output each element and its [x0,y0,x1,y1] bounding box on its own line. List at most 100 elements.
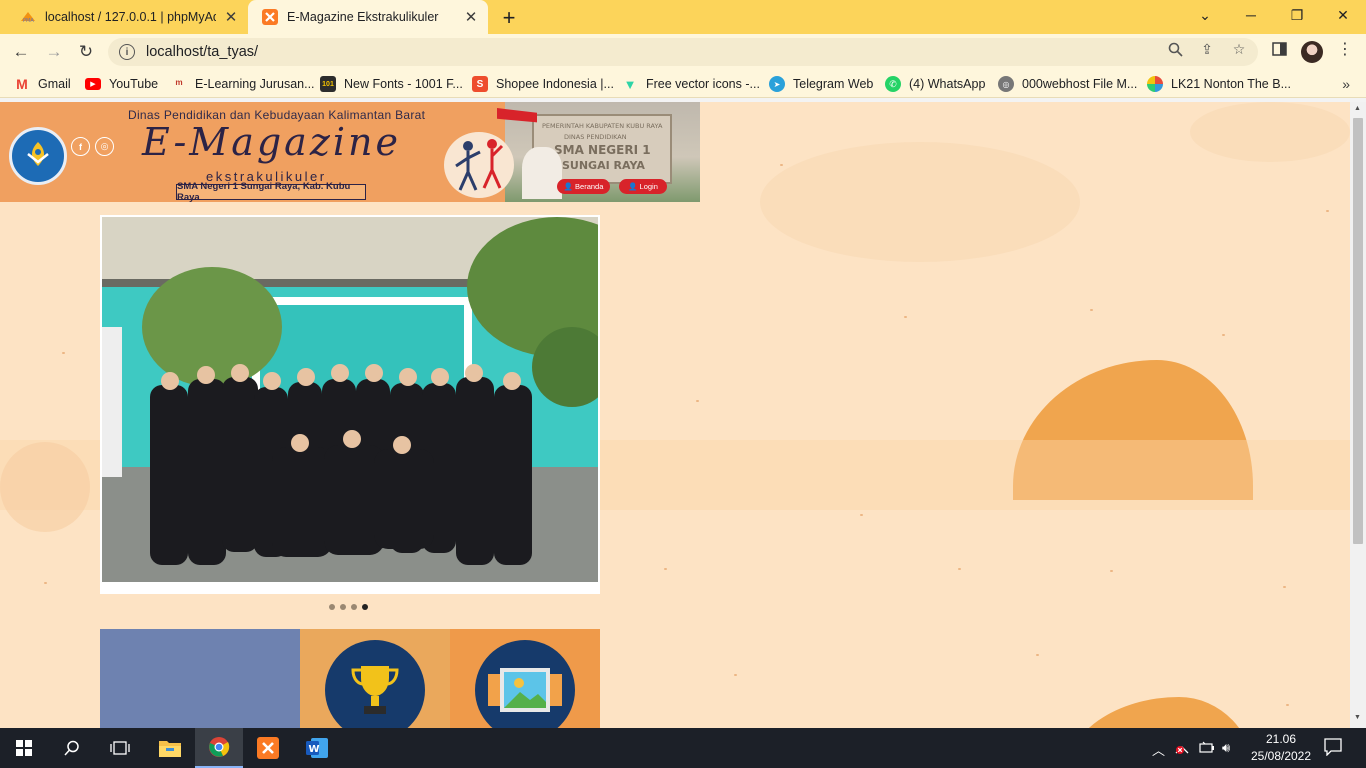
word-icon[interactable]: W [293,728,341,768]
volume-icon[interactable]: 🔊︎ [1222,740,1230,756]
background-blob [1190,102,1350,162]
bookmark-flaticon[interactable]: ▼ Free vector icons -... [622,75,760,93]
carousel-indicators [329,604,368,610]
bookmark-gmail[interactable]: M Gmail [14,75,71,93]
bookmark-youtube[interactable]: ▶ YouTube [85,75,158,93]
notification-center-icon[interactable] [1324,738,1342,759]
header-banner: f ◎ Dinas Pendidikan dan Kebudayaan Kali… [0,102,700,202]
task-view-icon[interactable] [96,728,144,768]
login-button-label: Login [639,182,658,191]
bookmark-000webhost[interactable]: ◎ 000webhost File M... [998,75,1137,93]
sign-line: PEMERINTAH KABUPATEN KUBU RAYA [542,122,663,130]
bookmark-lk21[interactable]: LK21 Nonton The B... [1147,75,1291,93]
login-button[interactable]: 👤 Login [619,179,667,194]
url-text[interactable]: localhost/ta_tyas/ [146,44,258,60]
zoom-icon[interactable] [1166,40,1184,58]
feature-tile-gallery[interactable] [450,629,600,728]
site-info-icon[interactable]: i [119,44,135,60]
carousel-photo [102,217,598,582]
bookmark-fonts[interactable]: 101 New Fonts - 1001 F... [320,75,463,93]
side-panel-icon[interactable] [1270,40,1288,58]
tab-search-icon[interactable]: ⌄ [1182,0,1228,30]
bookmark-label: New Fonts - 1001 F... [344,77,463,91]
xampp-icon [262,9,278,25]
gallery-icon [475,640,575,728]
reload-icon[interactable]: ↻ [73,39,99,65]
bookmark-shopee[interactable]: S Shopee Indonesia |... [472,75,614,93]
bookmark-elearning[interactable]: ᵐ E-Learning Jurusan... [171,75,315,93]
menu-icon[interactable]: ⋮ [1336,40,1354,58]
windows-taskbar: W ︿ 🔊︎ 21.06 25/08/2022 [0,728,1366,768]
background-wave [1065,697,1255,728]
background-blob [0,442,90,532]
bookmark-label: LK21 Nonton The B... [1171,77,1291,91]
bookmarks-bar: M Gmail ▶ YouTube ᵐ E-Learning Jurusan..… [0,70,1366,98]
carousel-dot[interactable] [340,604,346,610]
new-tab-button[interactable]: + [497,5,521,30]
home-button[interactable]: 👤 Beranda [557,179,610,194]
bookmark-whatsapp[interactable]: ✆ (4) WhatsApp [885,75,985,93]
network-status-icon[interactable] [1174,741,1190,758]
bookmark-label: (4) WhatsApp [909,77,986,91]
chrome-icon[interactable] [195,728,243,768]
site-title: E-Magazine [142,120,401,164]
feature-tile-achievements[interactable] [300,629,450,728]
scroll-up-icon[interactable]: ▲ [1354,105,1361,112]
school-name: SMA Negeri 1 Sungai Raya, Kab. Kubu Raya [176,181,366,202]
image-carousel[interactable] [100,215,600,594]
feature-tile[interactable] [100,629,300,728]
close-icon[interactable]: ✕ [222,8,240,26]
share-icon[interactable]: ⇪ [1198,40,1216,58]
tab-phpmyadmin[interactable]: PMA localhost / 127.0.0.1 | phpMyAdm ✕ [6,0,248,34]
sign-line: SMA NEGERI 1 [554,143,651,157]
phpmyadmin-icon: PMA [20,9,36,25]
scrollbar-thumb[interactable] [1353,118,1363,544]
tab-title: localhost / 127.0.0.1 | phpMyAdm [45,10,216,24]
carousel-dot[interactable] [351,604,357,610]
bookmark-label: Gmail [38,77,71,91]
bookmark-label: 000webhost File M... [1022,77,1138,91]
tab-strip: PMA localhost / 127.0.0.1 | phpMyAdm ✕ E… [0,0,1366,34]
close-icon[interactable]: ✕ [462,8,480,26]
gmail-icon: M [16,76,28,92]
file-explorer-icon[interactable] [146,728,194,768]
forward-icon[interactable]: → [41,39,67,65]
address-bar[interactable]: i localhost/ta_tyas/ [108,38,1258,66]
elearning-icon: ᵐ [175,77,183,91]
bookmark-label: Telegram Web [793,77,874,91]
close-window-icon[interactable]: ✕ [1320,0,1366,30]
background-blob [760,142,1080,262]
more-bookmarks-icon[interactable]: » [1342,76,1350,92]
system-clock[interactable]: 21.06 25/08/2022 [1246,731,1316,765]
page-scrollbar[interactable]: ▲ ▼ [1350,102,1366,728]
bookmark-label: YouTube [109,77,159,91]
search-icon[interactable] [48,728,96,768]
instagram-icon[interactable]: ◎ [95,137,114,156]
browser-toolbar: ← → ↻ i localhost/ta_tyas/ ⇪ ☆ ⋮ [0,34,1366,70]
carousel-dot[interactable] [329,604,335,610]
student-illustration [522,147,562,199]
minimize-icon[interactable]: ─ [1228,0,1274,30]
bookmark-label: Free vector icons -... [646,77,760,91]
sports-illustration [444,132,514,198]
xampp-icon[interactable] [244,728,292,768]
bookmark-label: Shopee Indonesia |... [496,77,614,91]
scroll-down-icon[interactable]: ▼ [1354,714,1361,721]
tab-emagazine[interactable]: E-Magazine Ekstrakulikuler ✕ [248,0,488,34]
whatsapp-icon: ✆ [885,76,901,92]
restore-icon[interactable]: ❐ [1274,0,1320,30]
shopee-icon: S [472,76,488,92]
home-button-label: Beranda [575,182,604,191]
fonts-icon: 101 [320,76,336,92]
battery-icon[interactable] [1199,740,1215,757]
sign-line: SUNGAI RAYA [562,159,645,172]
sign-line: DINAS PENDIDIKAN [564,133,627,141]
facebook-icon[interactable]: f [71,137,90,156]
profile-avatar[interactable] [1301,41,1323,63]
bookmark-telegram[interactable]: ➤ Telegram Web [769,75,873,93]
windows-start-icon[interactable] [0,728,48,768]
carousel-dot-active[interactable] [362,604,368,610]
bookmark-star-icon[interactable]: ☆ [1230,40,1248,58]
show-hidden-icons-icon[interactable]: ︿ [1152,740,1165,759]
back-icon[interactable]: ← [8,39,34,65]
